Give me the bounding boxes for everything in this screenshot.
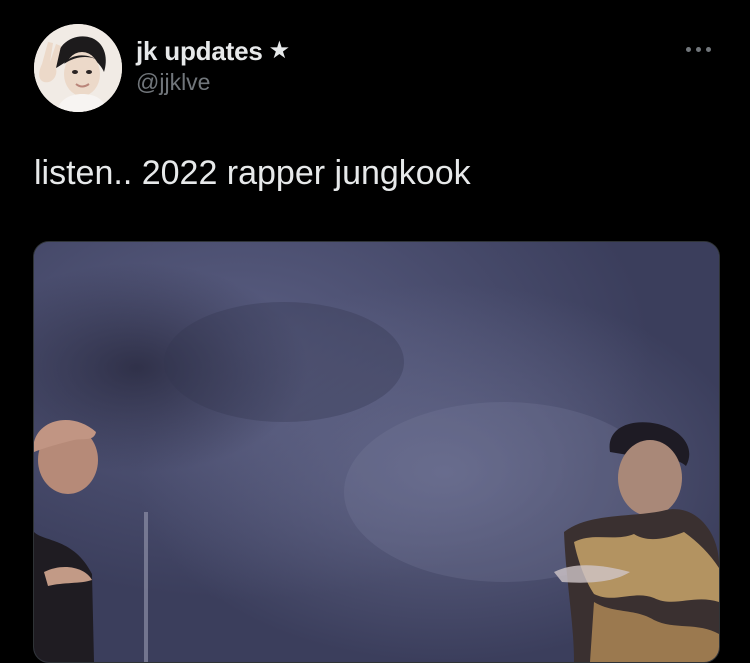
author-names: jk updates ★ @jjklve xyxy=(136,36,290,96)
video-still-image xyxy=(34,242,719,662)
user-handle[interactable]: @jjklve xyxy=(136,68,290,96)
more-horizontal-icon[interactable] xyxy=(686,44,716,54)
display-name-row[interactable]: jk updates ★ xyxy=(136,36,290,66)
display-name[interactable]: jk updates xyxy=(136,36,263,66)
tweet-text: listen.. 2022 rapper jungkook xyxy=(34,154,471,192)
avatar[interactable] xyxy=(34,24,122,112)
tweet-media-video[interactable] xyxy=(33,241,720,663)
tweet: jk updates ★ @jjklve listen.. 2022 rappe… xyxy=(0,0,750,663)
more-dot xyxy=(686,46,691,52)
avatar-image xyxy=(34,24,122,112)
more-dot xyxy=(696,46,701,52)
star-icon: ★ xyxy=(268,37,291,64)
more-dot xyxy=(706,46,711,52)
